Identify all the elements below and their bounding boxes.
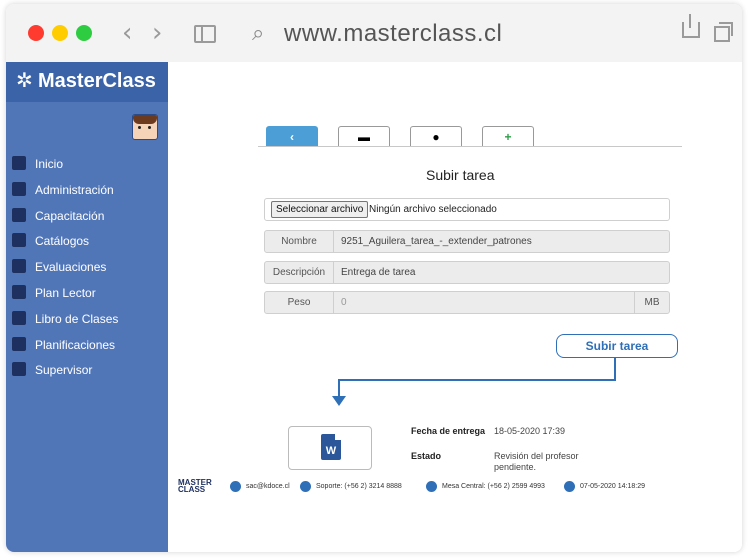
tab-upload[interactable]: +	[482, 126, 534, 147]
sidebar-item-libro-de-clases[interactable]: Libro de Clases	[6, 307, 168, 333]
sidebar-item-administracion[interactable]: Administración	[6, 178, 168, 204]
sidebar-item-inicio[interactable]: Inicio	[6, 152, 168, 178]
footer-logo: MASTER CLASS	[178, 478, 212, 494]
descripcion-row: Descripción Entrega de tarea	[264, 261, 670, 284]
sidebar-item-label: Administración	[35, 182, 114, 197]
tab-back[interactable]: ‹	[266, 126, 318, 147]
tabs-icon[interactable]	[714, 22, 733, 42]
status-value: Revisión del profesor pendiente.	[494, 451, 579, 472]
peso-label: Peso	[265, 292, 334, 313]
due-date-value: 18-05-2020 17:39	[494, 426, 566, 436]
sidebar-item-capacitacion[interactable]: Capacitación	[6, 204, 168, 230]
sidebar-item-label: Catálogos	[35, 234, 90, 249]
catalog-icon	[12, 233, 26, 248]
tab-book[interactable]: ▬	[338, 126, 390, 147]
sidebar-item-label: Evaluaciones	[35, 260, 107, 275]
share-icon[interactable]	[682, 14, 700, 38]
sidebar-item-label: Inicio	[35, 157, 64, 171]
back-icon: ‹	[290, 130, 294, 144]
descripcion-field[interactable]: Entrega de tarea	[341, 262, 416, 283]
search-icon: ⌕	[252, 21, 265, 46]
minimize-window-dot[interactable]	[52, 25, 68, 41]
sidebar-item-label: Capacitación	[35, 208, 105, 223]
sidebar-menu: Inicio Administración Capacitación Catál…	[6, 152, 168, 384]
sidebar-item-catalogos[interactable]: Catálogos	[6, 229, 168, 255]
uploaded-document[interactable]: W	[288, 426, 372, 470]
maximize-window-dot[interactable]	[76, 25, 92, 41]
status-label: Estado	[411, 451, 442, 461]
peso-unit: MB	[634, 292, 669, 313]
admin-icon	[12, 181, 26, 196]
footer-support: Soporte: (+56 2) 3214 8888	[316, 483, 402, 490]
chat-icon: ●	[432, 130, 440, 144]
sidebar-item-label: Plan Lector	[35, 285, 96, 300]
brand-header: ✲ MasterClass	[6, 62, 168, 102]
reading-plan-icon	[12, 284, 26, 299]
submit-task-button[interactable]: Subir tarea	[556, 334, 678, 358]
close-window-dot[interactable]	[28, 25, 44, 41]
file-input-row: Seleccionar archivo Ningún archivo selec…	[264, 198, 670, 221]
arrow-connector	[338, 379, 340, 397]
book-icon: ▬	[358, 130, 370, 144]
nombre-row: Nombre 9251_Aguilera_tarea_-_extender_pa…	[264, 230, 670, 253]
peso-row: Peso 0 MB	[264, 291, 670, 314]
due-date-label: Fecha de entrega	[411, 426, 486, 436]
tab-chat[interactable]: ●	[410, 126, 462, 147]
arrow-connector	[338, 379, 616, 381]
sidebar-toggle-icon[interactable]	[194, 25, 216, 43]
training-icon	[12, 207, 26, 222]
page-title: Subir tarea	[426, 167, 495, 183]
arrow-connector	[614, 358, 616, 380]
sidebar-item-plan-lector[interactable]: Plan Lector	[6, 281, 168, 307]
sidebar-item-supervisor[interactable]: Supervisor	[6, 358, 168, 384]
descripcion-label: Descripción	[265, 262, 334, 283]
phone-icon	[300, 481, 311, 492]
select-file-button[interactable]: Seleccionar archivo	[271, 201, 369, 218]
avatar[interactable]	[132, 114, 158, 140]
url-bar[interactable]: www.masterclass.cl	[284, 20, 502, 48]
arrow-down-icon	[332, 396, 346, 406]
email-icon	[230, 481, 241, 492]
evaluation-icon	[12, 259, 26, 274]
home-icon	[12, 156, 26, 170]
footer-datetime: 07-05-2020 14:18:29	[580, 483, 645, 490]
planning-icon	[12, 336, 26, 351]
sidebar-item-label: Libro de Clases	[35, 311, 119, 326]
back-icon[interactable]: ‹	[122, 20, 132, 46]
footer-email[interactable]: sac@kdoce.cl	[246, 483, 290, 490]
peso-field[interactable]: 0	[341, 292, 347, 313]
file-status: Ningún archivo seleccionado	[369, 204, 497, 215]
sidebar: ✲ MasterClass Inicio Administración Capa…	[6, 62, 168, 552]
nombre-label: Nombre	[265, 231, 334, 252]
phone-icon	[426, 481, 437, 492]
browser-toolbar: ‹ › ⌕ www.masterclass.cl	[6, 4, 742, 63]
brand-name[interactable]: MasterClass	[38, 70, 156, 93]
nombre-field[interactable]: 9251_Aguilera_tarea_-_extender_patrones	[341, 231, 532, 252]
sidebar-item-evaluaciones[interactable]: Evaluaciones	[6, 255, 168, 281]
class-book-icon	[12, 310, 26, 325]
word-document-icon: W	[321, 434, 341, 460]
forward-icon[interactable]: ›	[152, 20, 162, 46]
sidebar-item-planificaciones[interactable]: Planificaciones	[6, 333, 168, 359]
supervisor-icon	[12, 362, 26, 377]
sidebar-item-label: Supervisor	[35, 363, 93, 378]
tab-divider	[258, 146, 682, 147]
clock-icon	[564, 481, 575, 492]
footer-main-line: Mesa Central: (+56 2) 2599 4993	[442, 483, 545, 490]
brand-logo-icon: ✲	[16, 70, 33, 92]
footer: MASTER CLASS sac@kdoce.cl Soporte: (+56 …	[168, 478, 742, 494]
file-add-icon: +	[504, 130, 512, 144]
sidebar-item-label: Planificaciones	[35, 337, 116, 352]
browser-window: ‹ › ⌕ www.masterclass.cl ✲ MasterClass I…	[6, 4, 742, 552]
